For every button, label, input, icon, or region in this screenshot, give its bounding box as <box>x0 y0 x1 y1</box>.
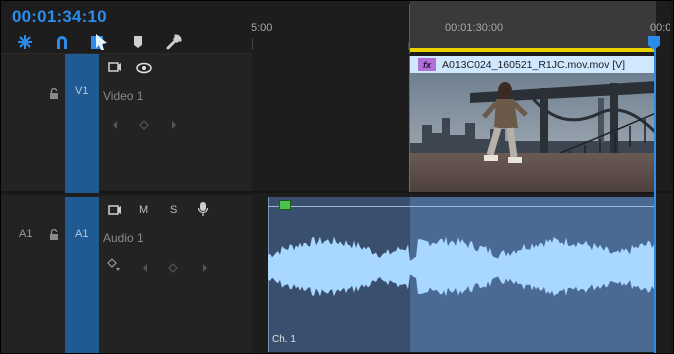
selection-tool-button[interactable] <box>90 33 108 51</box>
lock-icon <box>50 87 58 99</box>
timeline-settings-button[interactable] <box>165 33 183 51</box>
audio-track-target-label: A1 <box>75 228 89 240</box>
video-clip-label-bar: fx A013C024_160521_R1JC.mov.mov [V] <box>410 56 655 73</box>
chevron-left-icon <box>113 121 117 129</box>
video-clip-name: A013C024_160521_R1JC.mov.mov [V] <box>442 58 626 71</box>
audio-track-lock-button[interactable] <box>49 227 59 245</box>
audio-volume-line[interactable] <box>268 206 655 207</box>
linked-selection-icon <box>57 36 67 49</box>
lock-icon <box>50 228 58 240</box>
playhead-timecode[interactable]: 00:01:34:10 <box>12 7 107 27</box>
add-keyframe-button[interactable] <box>139 117 149 135</box>
microphone-icon <box>197 202 209 216</box>
ruler-tick-label: 00:0 <box>650 22 672 34</box>
add-marker-button[interactable] <box>129 33 147 51</box>
eye-icon <box>136 62 152 74</box>
video-track-name[interactable]: Video 1 <box>103 89 143 103</box>
film-icon <box>108 205 121 215</box>
wrench-icon <box>166 34 182 50</box>
toggle-sync-lock-button[interactable] <box>107 60 123 74</box>
add-marker-icon <box>134 36 142 48</box>
video-clip-thumbnail <box>410 73 655 192</box>
audio-previous-keyframe-button[interactable] <box>141 260 149 278</box>
snap-icon <box>18 35 32 49</box>
video-track-target-label: V1 <box>75 85 89 97</box>
chevron-right-icon <box>203 264 207 272</box>
voice-over-record-button[interactable] <box>195 202 211 216</box>
previous-keyframe-button[interactable] <box>111 117 119 135</box>
audio-source-patch-label[interactable]: A1 <box>19 228 32 240</box>
audio-track-name[interactable]: Audio 1 <box>103 231 144 245</box>
audio-fx-badge[interactable] <box>279 200 291 210</box>
mute-track-button[interactable]: M <box>139 204 148 216</box>
video-track-header <box>0 54 252 193</box>
playhead-line[interactable] <box>654 40 656 354</box>
chevron-left-icon <box>143 264 147 272</box>
audio-add-keyframe-button[interactable] <box>168 260 178 278</box>
video-track-lock-button[interactable] <box>49 86 59 104</box>
audio-sync-lock-button[interactable] <box>107 203 123 217</box>
video-track-target[interactable]: V1 <box>65 54 99 193</box>
solo-track-button[interactable]: S <box>170 204 177 216</box>
audio-waveform <box>268 236 654 297</box>
chevron-right-icon <box>172 121 176 129</box>
film-icon <box>108 62 121 72</box>
toggle-track-output-button[interactable] <box>136 61 152 75</box>
panel-edge <box>670 0 674 354</box>
linked-selection-button[interactable] <box>53 33 71 51</box>
ruler-tick-label: 00:01:30:00 <box>445 22 504 34</box>
audio-channel-label: Ch. 1 <box>272 334 296 345</box>
ruler-tick-label: 5:00 <box>251 22 273 34</box>
keyframe-menu-icon <box>107 258 120 271</box>
audio-keyframe-menu-button[interactable] <box>107 258 121 277</box>
audio-track-header <box>0 196 252 354</box>
keyframe-diamond-icon <box>139 120 149 130</box>
next-keyframe-button[interactable] <box>170 117 178 135</box>
audio-track-target[interactable]: A1 <box>65 197 99 354</box>
keyframe-diamond-icon <box>168 263 178 273</box>
work-area-bar[interactable] <box>410 48 656 52</box>
audio-next-keyframe-button[interactable] <box>201 260 209 278</box>
fx-badge[interactable]: fx <box>418 58 436 71</box>
video-clip[interactable]: fx A013C024_160521_R1JC.mov.mov [V] <box>409 56 655 192</box>
selection-tool-icon <box>91 34 107 50</box>
snap-button[interactable] <box>16 33 34 51</box>
